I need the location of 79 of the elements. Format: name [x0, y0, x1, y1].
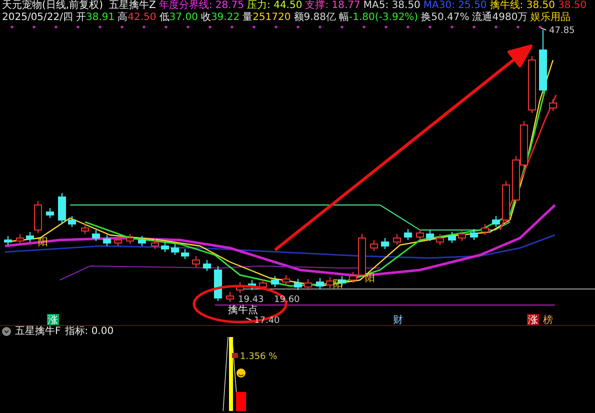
candlestick: [294, 278, 302, 290]
candlestick: [92, 230, 100, 242]
candlestick: [393, 234, 401, 246]
candlestick: [316, 278, 324, 290]
smiley-icon: [236, 368, 246, 378]
candlestick: [171, 244, 179, 256]
indicator-name: 五星擒牛F: [15, 326, 61, 338]
candlestick: [304, 278, 312, 290]
indicator-value: 支撑: 18.77: [305, 0, 360, 12]
sector-name: 娱乐用品: [530, 12, 571, 24]
indicator-value: 指标: 0.00: [64, 326, 114, 338]
quote-field: 量251720: [242, 12, 291, 24]
candlestick: [126, 234, 134, 244]
candlestick: [326, 276, 334, 288]
candlestick: [103, 234, 111, 246]
signal-marker: 财: [392, 314, 404, 325]
indicator-name: 五星擒牛Z: [108, 0, 156, 12]
candlestick: [259, 278, 267, 290]
quote-field: 开38.91: [76, 12, 115, 24]
leader-line: [246, 318, 252, 320]
candlestick: [549, 98, 557, 112]
candlestick: [68, 216, 76, 228]
candlestick: [226, 292, 234, 302]
candlestick: [282, 274, 290, 286]
candlestick: [381, 238, 389, 250]
candlestick: [436, 234, 444, 246]
indicator-value: 擒牛线: 38.50: [490, 0, 555, 12]
candlestick: [492, 216, 500, 228]
candlestick: [151, 238, 159, 250]
candlestick: [58, 192, 66, 224]
price-label: 17.40: [254, 316, 280, 325]
candlestick: [539, 30, 547, 94]
candlestick: [16, 234, 24, 244]
candlestick: [271, 276, 279, 288]
candlestick: [248, 280, 256, 290]
indicator-value: MA30: 25.50: [423, 0, 487, 12]
quote-field: 流通4980万: [472, 12, 528, 24]
candlestick: [528, 56, 536, 114]
quote-field: 高42.50: [118, 12, 156, 24]
candlestick: [203, 260, 211, 272]
quote-field: 低37.00: [159, 12, 198, 24]
candlestick: [236, 282, 244, 294]
leader-line: [540, 28, 546, 30]
signal-marker: 涨: [47, 314, 59, 325]
indicator-value: 压力: 44.50: [247, 0, 302, 12]
candlestick: [416, 228, 424, 240]
annotation-label: 1.356 %: [240, 352, 278, 362]
candlestick: [114, 236, 122, 246]
candlestick: [181, 248, 189, 260]
signal-label: 阳: [365, 273, 375, 284]
candlestick: [214, 266, 222, 302]
price-label: 19.43: [238, 295, 264, 305]
collapse-icon[interactable]: [2, 327, 11, 336]
indicator-value: MA5: 38.50: [363, 0, 420, 12]
quote-field: 幅-1.80(-3.92%): [339, 12, 418, 24]
candlestick: [81, 224, 89, 234]
quote-field: 额9.88亿: [294, 12, 336, 24]
candlestick: [426, 230, 434, 242]
candlestick: [448, 232, 456, 244]
quote-field: 换50.47%: [421, 12, 470, 24]
candlestick: [161, 242, 169, 252]
candlestick: [502, 180, 510, 224]
signal-label: 擒牛点: [228, 305, 258, 316]
quote-field: 收39.22: [200, 12, 240, 24]
candlestick: [192, 256, 200, 268]
indicator-value: 38.50: [558, 0, 587, 12]
candlestick: [470, 228, 478, 240]
candlestick: [4, 236, 12, 246]
signal-marker: 涨: [527, 314, 539, 325]
candlestick: [481, 224, 489, 236]
candlestick: [138, 236, 146, 246]
candlestick: [370, 240, 378, 252]
signal-label: 阳: [38, 237, 48, 248]
price-label: 47.85: [549, 26, 575, 36]
signal-marker: 榜: [542, 314, 554, 325]
candlestick: [404, 228, 412, 240]
candlestick: [46, 208, 54, 218]
quote-date: 2025/05/22/四: [2, 12, 74, 24]
candlestick: [458, 230, 466, 242]
